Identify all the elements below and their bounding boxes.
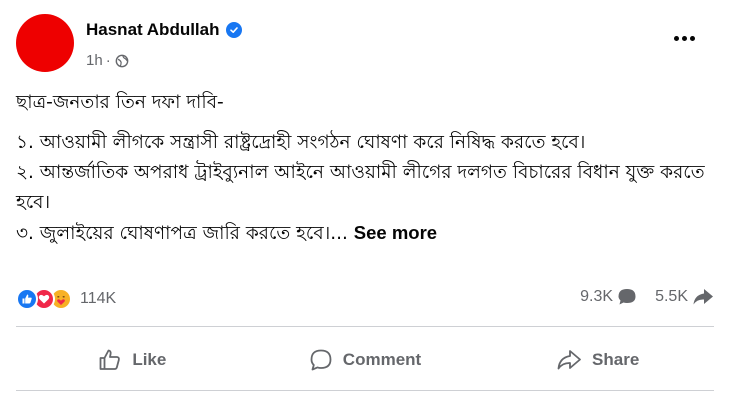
like-reaction-icon	[16, 288, 38, 310]
post-point-3: ৩. জুলাইয়ের ঘোষণাপত্র জারি করতে হবে।...	[16, 223, 348, 244]
actions-divider	[16, 390, 714, 391]
globe-icon[interactable]	[115, 54, 129, 68]
thumbs-up-icon	[99, 349, 121, 370]
share-button-label: Share	[592, 350, 640, 369]
share-button[interactable]: Share	[481, 332, 714, 388]
post-header: Hasnat Abdullah 1h ·	[16, 14, 716, 76]
avatar[interactable]	[16, 14, 74, 72]
stats-divider	[16, 326, 714, 327]
comment-icon	[310, 349, 332, 371]
shares-stat[interactable]: 5.5K	[655, 288, 714, 306]
comments-count: 9.3K	[580, 288, 614, 305]
comment-bubble-icon	[618, 289, 636, 305]
author-name[interactable]: Hasnat Abdullah	[86, 20, 220, 40]
like-button-label: Like	[132, 350, 167, 369]
meta-separator: ·	[105, 52, 111, 69]
comments-stat[interactable]: 9.3K	[580, 288, 637, 306]
post-time[interactable]: 1h	[86, 52, 103, 69]
post-text-intro: ছাত্র-জনতার তিন দফা দাবি-	[16, 92, 224, 113]
reactions-summary[interactable]: 114K	[16, 288, 116, 310]
post-point-3-row: ৩. জুলাইয়ের ঘোষণাপত্র জারি করতে হবে।...…	[16, 218, 706, 249]
post-meta: 1h ·	[86, 52, 129, 69]
share-arrow-icon	[693, 289, 713, 305]
share-icon	[557, 350, 581, 370]
comment-button-label: Comment	[342, 350, 422, 369]
post-actions: Like Comment Share	[16, 332, 714, 388]
verified-badge-icon	[225, 22, 242, 38]
see-more-link[interactable]: See more	[354, 222, 437, 243]
engagement-stats: 9.3K 5.5K	[580, 288, 714, 306]
shares-count: 5.5K	[655, 288, 688, 305]
more-options-icon[interactable]	[666, 26, 702, 50]
post-point-1: ১. আওয়ামী লীগকে সন্ত্রাসী রাষ্ট্রদ্রোহী…	[16, 132, 586, 153]
author-row: Hasnat Abdullah	[86, 20, 242, 40]
comment-button[interactable]: Comment	[249, 332, 482, 388]
facebook-post: Hasnat Abdullah 1h · ছাত্র-জনতার তিন দফা…	[0, 0, 730, 400]
post-point-2: ২. আন্তর্জাতিক অপরাধ ট্রাইব্যুনাল আইনে আ…	[16, 162, 705, 213]
post-content: ছাত্র-জনতার তিন দফা দাবি- ১. আওয়ামী লীগ…	[16, 88, 706, 249]
reactions-count: 114K	[80, 290, 117, 307]
like-button[interactable]: Like	[16, 332, 249, 388]
post-stats: 114K 9.3K 5.5K	[16, 286, 714, 316]
